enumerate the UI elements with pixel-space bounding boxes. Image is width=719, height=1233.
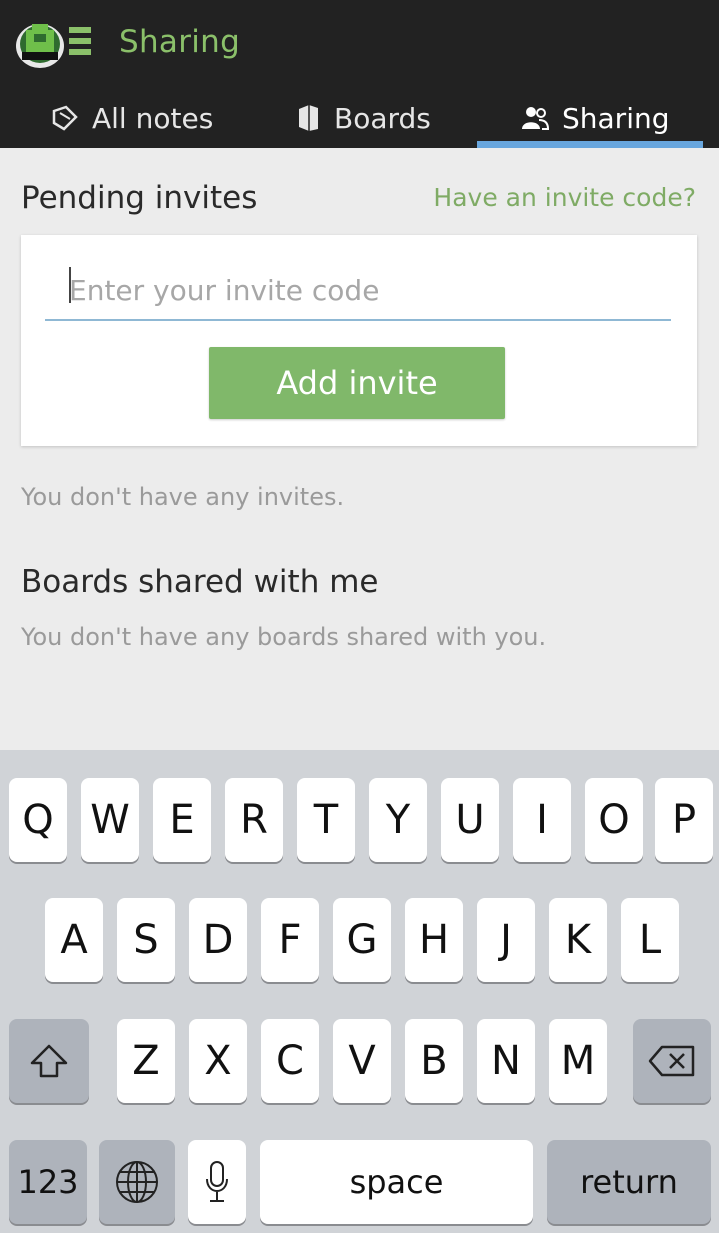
turtle-logo-icon[interactable] <box>14 14 94 72</box>
key-b[interactable]: B <box>405 1019 463 1103</box>
key-p[interactable]: P <box>655 778 713 862</box>
key-g[interactable]: G <box>333 898 391 982</box>
tab-bar: All notes Boards Sharing <box>0 88 719 148</box>
microphone-icon <box>206 1161 228 1202</box>
globe-icon <box>116 1161 158 1203</box>
pending-invites-title: Pending invites <box>21 180 258 216</box>
tab-boards[interactable]: Boards <box>296 88 431 148</box>
tab-all-notes[interactable]: All notes <box>50 88 213 148</box>
key-o[interactable]: O <box>585 778 643 862</box>
tab-sharing-label: Sharing <box>562 101 670 135</box>
key-s[interactable]: S <box>117 898 175 982</box>
app-title: Sharing <box>119 24 241 60</box>
tab-sharing[interactable]: Sharing <box>520 88 670 148</box>
text-cursor <box>69 267 71 303</box>
add-invite-button[interactable]: Add invite <box>209 347 505 419</box>
key-u[interactable]: U <box>441 778 499 862</box>
shift-key[interactable] <box>9 1019 89 1103</box>
key-w[interactable]: W <box>81 778 139 862</box>
have-invite-code-link[interactable]: Have an invite code? <box>433 183 696 212</box>
boards-icon <box>299 105 318 131</box>
top-bar: Sharing All notes Boards Sharing <box>0 0 719 148</box>
space-key[interactable]: space <box>260 1140 533 1224</box>
key-t[interactable]: T <box>297 778 355 862</box>
tab-all-notes-label: All notes <box>92 101 214 135</box>
key-x[interactable]: X <box>189 1019 247 1103</box>
key-a[interactable]: A <box>45 898 103 982</box>
key-n[interactable]: N <box>477 1019 535 1103</box>
no-invites-text: You don't have any invites. <box>21 483 345 511</box>
key-e[interactable]: E <box>153 778 211 862</box>
globe-key[interactable] <box>99 1140 175 1224</box>
key-j[interactable]: J <box>477 898 535 982</box>
key-q[interactable]: Q <box>9 778 67 862</box>
shift-icon <box>30 1044 68 1078</box>
notes-icon <box>52 105 78 131</box>
key-k[interactable]: K <box>549 898 607 982</box>
key-f[interactable]: F <box>261 898 319 982</box>
key-i[interactable]: I <box>513 778 571 862</box>
active-tab-indicator <box>477 141 703 148</box>
key-m[interactable]: M <box>549 1019 607 1103</box>
no-shared-boards-text: You don't have any boards shared with yo… <box>21 623 547 651</box>
return-key[interactable]: return <box>547 1140 711 1224</box>
numbers-key[interactable]: 123 <box>9 1140 87 1224</box>
users-icon <box>522 107 550 130</box>
key-h[interactable]: H <box>405 898 463 982</box>
backspace-icon <box>648 1045 695 1077</box>
key-d[interactable]: D <box>189 898 247 982</box>
key-c[interactable]: C <box>261 1019 319 1103</box>
dictation-key[interactable] <box>188 1140 246 1224</box>
app-header: Sharing <box>0 0 719 88</box>
key-r[interactable]: R <box>225 778 283 862</box>
invite-card: Add invite <box>21 235 697 446</box>
on-screen-keyboard: Q W E R T Y U I O P A S D F G H J K L Z … <box>0 750 719 1233</box>
key-z[interactable]: Z <box>117 1019 175 1103</box>
key-v[interactable]: V <box>333 1019 391 1103</box>
key-y[interactable]: Y <box>369 778 427 862</box>
shared-boards-title: Boards shared with me <box>21 564 379 600</box>
key-l[interactable]: L <box>621 898 679 982</box>
delete-key[interactable] <box>633 1019 711 1103</box>
invite-code-input[interactable] <box>45 261 671 321</box>
tab-boards-label: Boards <box>334 101 431 135</box>
